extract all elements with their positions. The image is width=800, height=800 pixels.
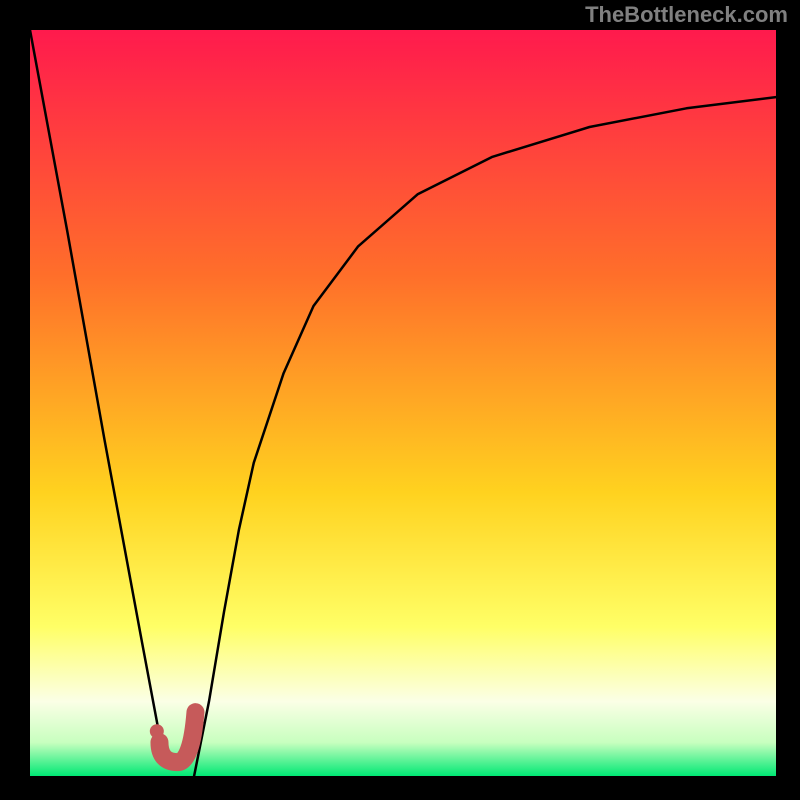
chart-root: TheBottleneck.com (0, 0, 800, 800)
watermark-label: TheBottleneck.com (585, 2, 788, 28)
plot-area (30, 30, 776, 776)
plot-svg (30, 30, 776, 776)
gradient-bg (30, 30, 776, 776)
j-marker-dot (150, 724, 164, 738)
